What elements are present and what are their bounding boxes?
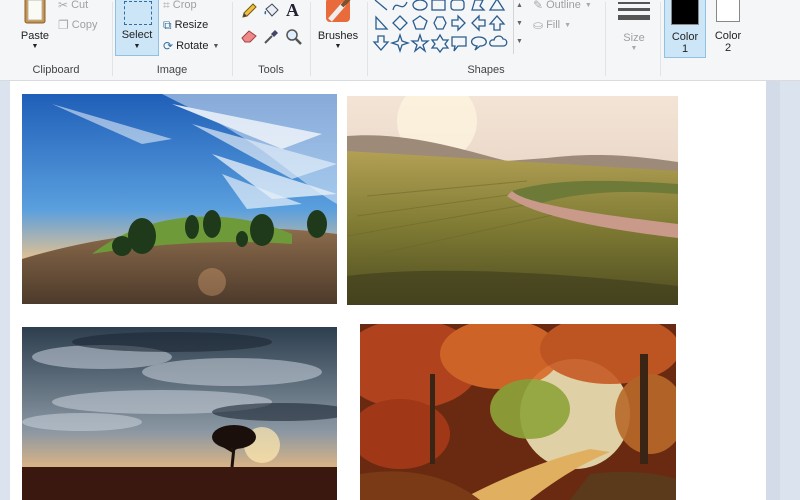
size-lines-icon (618, 2, 650, 20)
color1-label: Color (671, 31, 699, 43)
color2-number: 2 (724, 42, 732, 54)
pencil-icon[interactable] (240, 2, 258, 20)
size-dropdown-caret[interactable]: ▼ (610, 45, 658, 52)
cut-button[interactable]: ✂ Cut (58, 0, 88, 14)
oval-shape-icon[interactable] (412, 0, 428, 11)
up-arrow-shape-icon[interactable] (488, 15, 506, 31)
resize-icon: ⧉ (163, 17, 172, 32)
paste-icon[interactable] (24, 0, 46, 24)
size-button[interactable]: Size ▼ (610, 0, 658, 60)
color1-number: 1 (681, 43, 689, 55)
fill-button[interactable]: ⛀ Fill ▼ (533, 16, 571, 34)
magnifier-icon[interactable] (285, 28, 303, 46)
four-point-star-shape-icon[interactable] (389, 32, 411, 54)
canvas-right-margin (766, 81, 780, 500)
brushes-button[interactable]: Brushes ▼ (312, 0, 364, 58)
copy-button[interactable]: ❐ Copy (58, 16, 97, 34)
select-label: Select (121, 29, 153, 41)
crop-label: Crop (172, 0, 197, 11)
outline-icon: ✎ (533, 0, 544, 12)
resize-button[interactable]: ⧉ Resize (163, 16, 208, 34)
sky-clouds-landscape-photo (22, 94, 337, 304)
gallery-expand-icon[interactable]: ▼ (516, 38, 523, 45)
resize-label: Resize (174, 19, 209, 31)
paste-button[interactable]: Paste ▼ (14, 30, 56, 56)
left-arrow-shape-icon[interactable] (471, 14, 486, 32)
gallery-scroll-down-icon[interactable]: ▼ (516, 20, 523, 27)
five-point-star-shape-icon[interactable] (410, 32, 430, 53)
ribbon-separator (660, 2, 661, 76)
text-tool-icon[interactable]: A (286, 0, 299, 21)
paste-dropdown-caret[interactable]: ▼ (14, 43, 56, 50)
ribbon: Paste ▼ ✂ Cut ❐ Copy Clipboard Image Sel… (0, 0, 800, 81)
crop-icon: ⌗ (163, 0, 170, 12)
cloud-callout-shape-icon[interactable] (489, 35, 508, 47)
gallery-scroll-up-icon[interactable]: ▲ (516, 2, 523, 9)
color1-swatch (671, 0, 699, 25)
brushes-dropdown-caret[interactable]: ▼ (312, 43, 364, 50)
clipboard-group: Paste ▼ ✂ Cut ❐ Copy Clipboard (0, 0, 112, 80)
image-group-label: Image (156, 64, 188, 76)
copy-icon: ❐ (58, 18, 69, 32)
drawing-canvas[interactable] (10, 81, 766, 500)
rotate-button[interactable]: ⟳ Rotate ▼ (163, 37, 219, 55)
workspace (0, 81, 800, 500)
diamond-shape-icon[interactable] (392, 15, 408, 31)
rectangle-shape-icon[interactable] (431, 0, 446, 11)
rotate-icon: ⟳ (163, 39, 174, 53)
select-marquee-icon (124, 1, 152, 25)
outline-label: Outline (546, 0, 581, 11)
select-dropdown-caret[interactable]: ▼ (116, 43, 158, 50)
shapes-gallery (372, 0, 514, 58)
crop-button[interactable]: ⌗ Crop (163, 0, 197, 14)
triangle-shape-icon[interactable] (488, 0, 506, 11)
color-picker-icon[interactable] (262, 28, 280, 46)
oval-callout-shape-icon[interactable] (470, 36, 487, 51)
color2-button[interactable]: Color 2 (708, 0, 748, 58)
tools-group-label: Tools (258, 64, 284, 76)
size-label: Size (623, 32, 645, 44)
shapes-gallery-scrollbar[interactable]: ▲ ▼ ▼ (513, 0, 526, 54)
brushes-label: Brushes (317, 30, 359, 42)
fill-icon: ⛀ (533, 18, 544, 32)
six-point-star-shape-icon[interactable] (430, 33, 450, 54)
down-arrow-shape-icon[interactable] (372, 35, 390, 51)
sunset-field-road-photo (347, 96, 678, 305)
rotate-label: Rotate (176, 40, 209, 52)
clipboard-group-label: Clipboard (32, 64, 80, 76)
ribbon-separator (605, 2, 606, 76)
outline-dropdown-caret[interactable]: ▼ (585, 2, 592, 9)
ribbon-separator (310, 2, 311, 76)
fill-label: Fill (546, 19, 561, 31)
copy-label: Copy (71, 19, 98, 31)
curve-shape-icon[interactable] (392, 1, 408, 11)
right-triangle-shape-icon[interactable] (375, 15, 389, 30)
storm-clouds-tree-silhouette-photo (22, 327, 337, 500)
color2-label: Color (714, 30, 742, 42)
polygon-shape-icon[interactable] (471, 0, 486, 11)
color2-swatch (716, 0, 740, 22)
scissors-icon: ✂ (58, 0, 69, 12)
shapes-group-label: Shapes (467, 64, 505, 76)
hexagon-shape-icon[interactable] (433, 16, 447, 30)
brush-icon (326, 0, 351, 22)
outline-button[interactable]: ✎ Outline ▼ (533, 0, 592, 14)
eraser-icon[interactable] (240, 28, 258, 44)
cut-label: Cut (71, 0, 89, 11)
color1-button[interactable]: Color 1 (664, 0, 706, 58)
rotate-dropdown-caret[interactable]: ▼ (212, 43, 219, 50)
rounded-callout-shape-icon[interactable] (451, 36, 467, 52)
line-shape-icon[interactable] (374, 0, 388, 11)
right-arrow-shape-icon[interactable] (451, 14, 466, 32)
fill-bucket-icon[interactable] (262, 2, 280, 20)
autumn-forest-path-photo (360, 324, 676, 500)
paste-label: Paste (20, 30, 50, 42)
pentagon-shape-icon[interactable] (412, 15, 428, 30)
select-button[interactable]: Select ▼ (115, 0, 159, 56)
rounded-rectangle-shape-icon[interactable] (450, 0, 465, 11)
fill-dropdown-caret[interactable]: ▼ (564, 22, 571, 29)
tools-group: A Tools (232, 0, 310, 80)
